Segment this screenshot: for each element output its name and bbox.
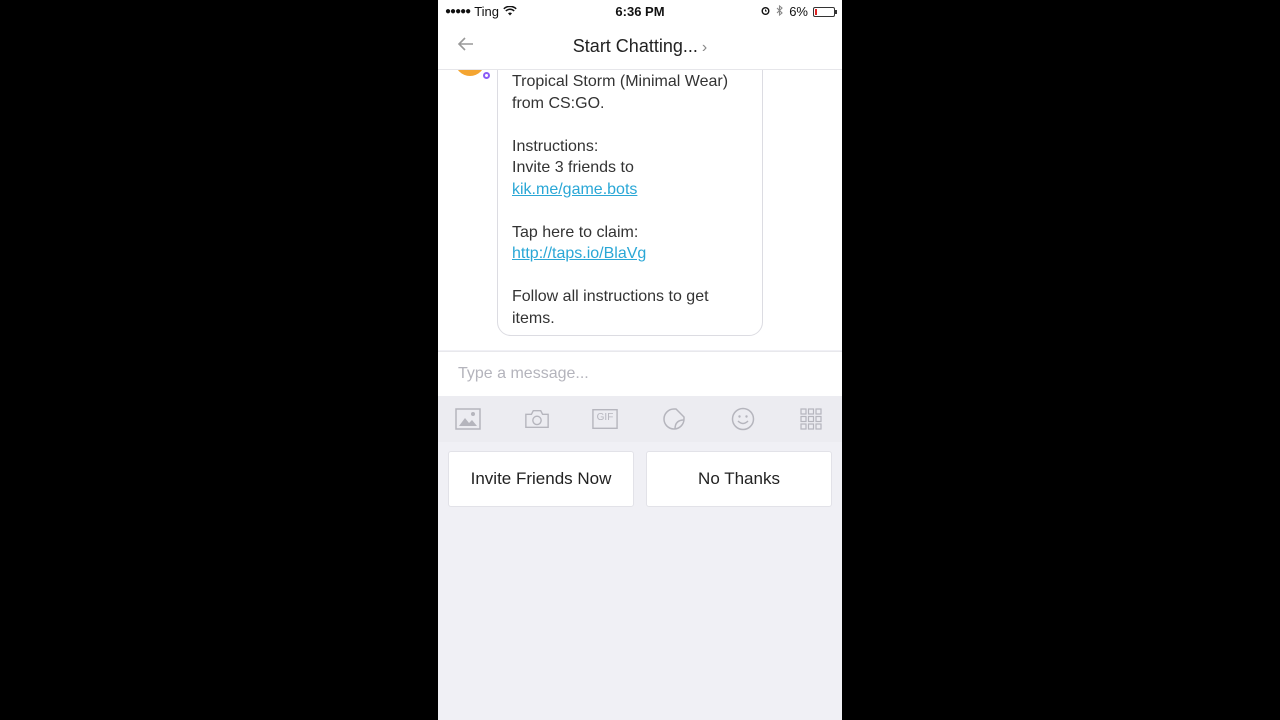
battery-icon [813,6,837,17]
invite-link[interactable]: kik.me/game.bots [512,181,637,198]
media-toolbar: GIF [438,396,842,442]
more-apps-button[interactable] [798,407,824,431]
grid-icon [800,408,822,430]
battery-percent: 6% [789,4,808,19]
nav-bar: Start Chatting... › [438,22,842,70]
avatar-image [455,70,485,76]
bluetooth-icon [776,4,784,19]
emoji-button[interactable] [730,407,756,431]
instructions-label: Instructions: [512,137,599,155]
bot-avatar[interactable] [455,70,490,79]
claim-link[interactable]: http://taps.io/BlaVg [512,245,646,262]
message-list[interactable]: Tropical Storm (Minimal Wear) from CS:GO… [438,70,842,350]
message-input[interactable] [456,361,820,387]
footer-line: items. [512,309,555,327]
sticker-icon [663,408,685,430]
sticker-button[interactable] [661,407,687,431]
gif-label: GIF [596,412,614,423]
alarm-icon [760,4,771,19]
no-thanks-button[interactable]: No Thanks [646,451,832,507]
gif-button[interactable]: GIF [592,407,618,431]
camera-button[interactable] [524,407,550,431]
message-bubble: Tropical Storm (Minimal Wear) from CS:GO… [497,70,763,336]
instructions-text: Invite 3 friends to [512,159,634,176]
chat-title[interactable]: Start Chatting... › [438,36,842,57]
gallery-button[interactable] [455,407,481,431]
status-right: 6% [760,4,837,19]
image-icon [455,408,481,430]
invite-friends-now-button[interactable]: Invite Friends Now [448,451,634,507]
camera-icon [525,409,549,429]
message-line: Tropical Storm (Minimal Wear) [512,73,729,90]
chat-title-text: Start Chatting... [572,36,698,56]
smiley-icon [731,407,755,431]
bot-badge-icon [483,72,490,79]
chevron-right-icon: › [701,39,708,56]
suggested-replies: Invite Friends Now No Thanks [438,442,842,720]
claim-label: Tap here to claim: [512,223,639,241]
status-bar: ●●●●● Ting 6:36 PM 6% [438,0,842,22]
message-line: from CS:GO. [512,94,605,112]
footer-line: Follow all instructions to get [512,288,709,305]
phone-screen: ●●●●● Ting 6:36 PM 6% Start Chatting... › [438,0,842,720]
composer [438,351,842,396]
